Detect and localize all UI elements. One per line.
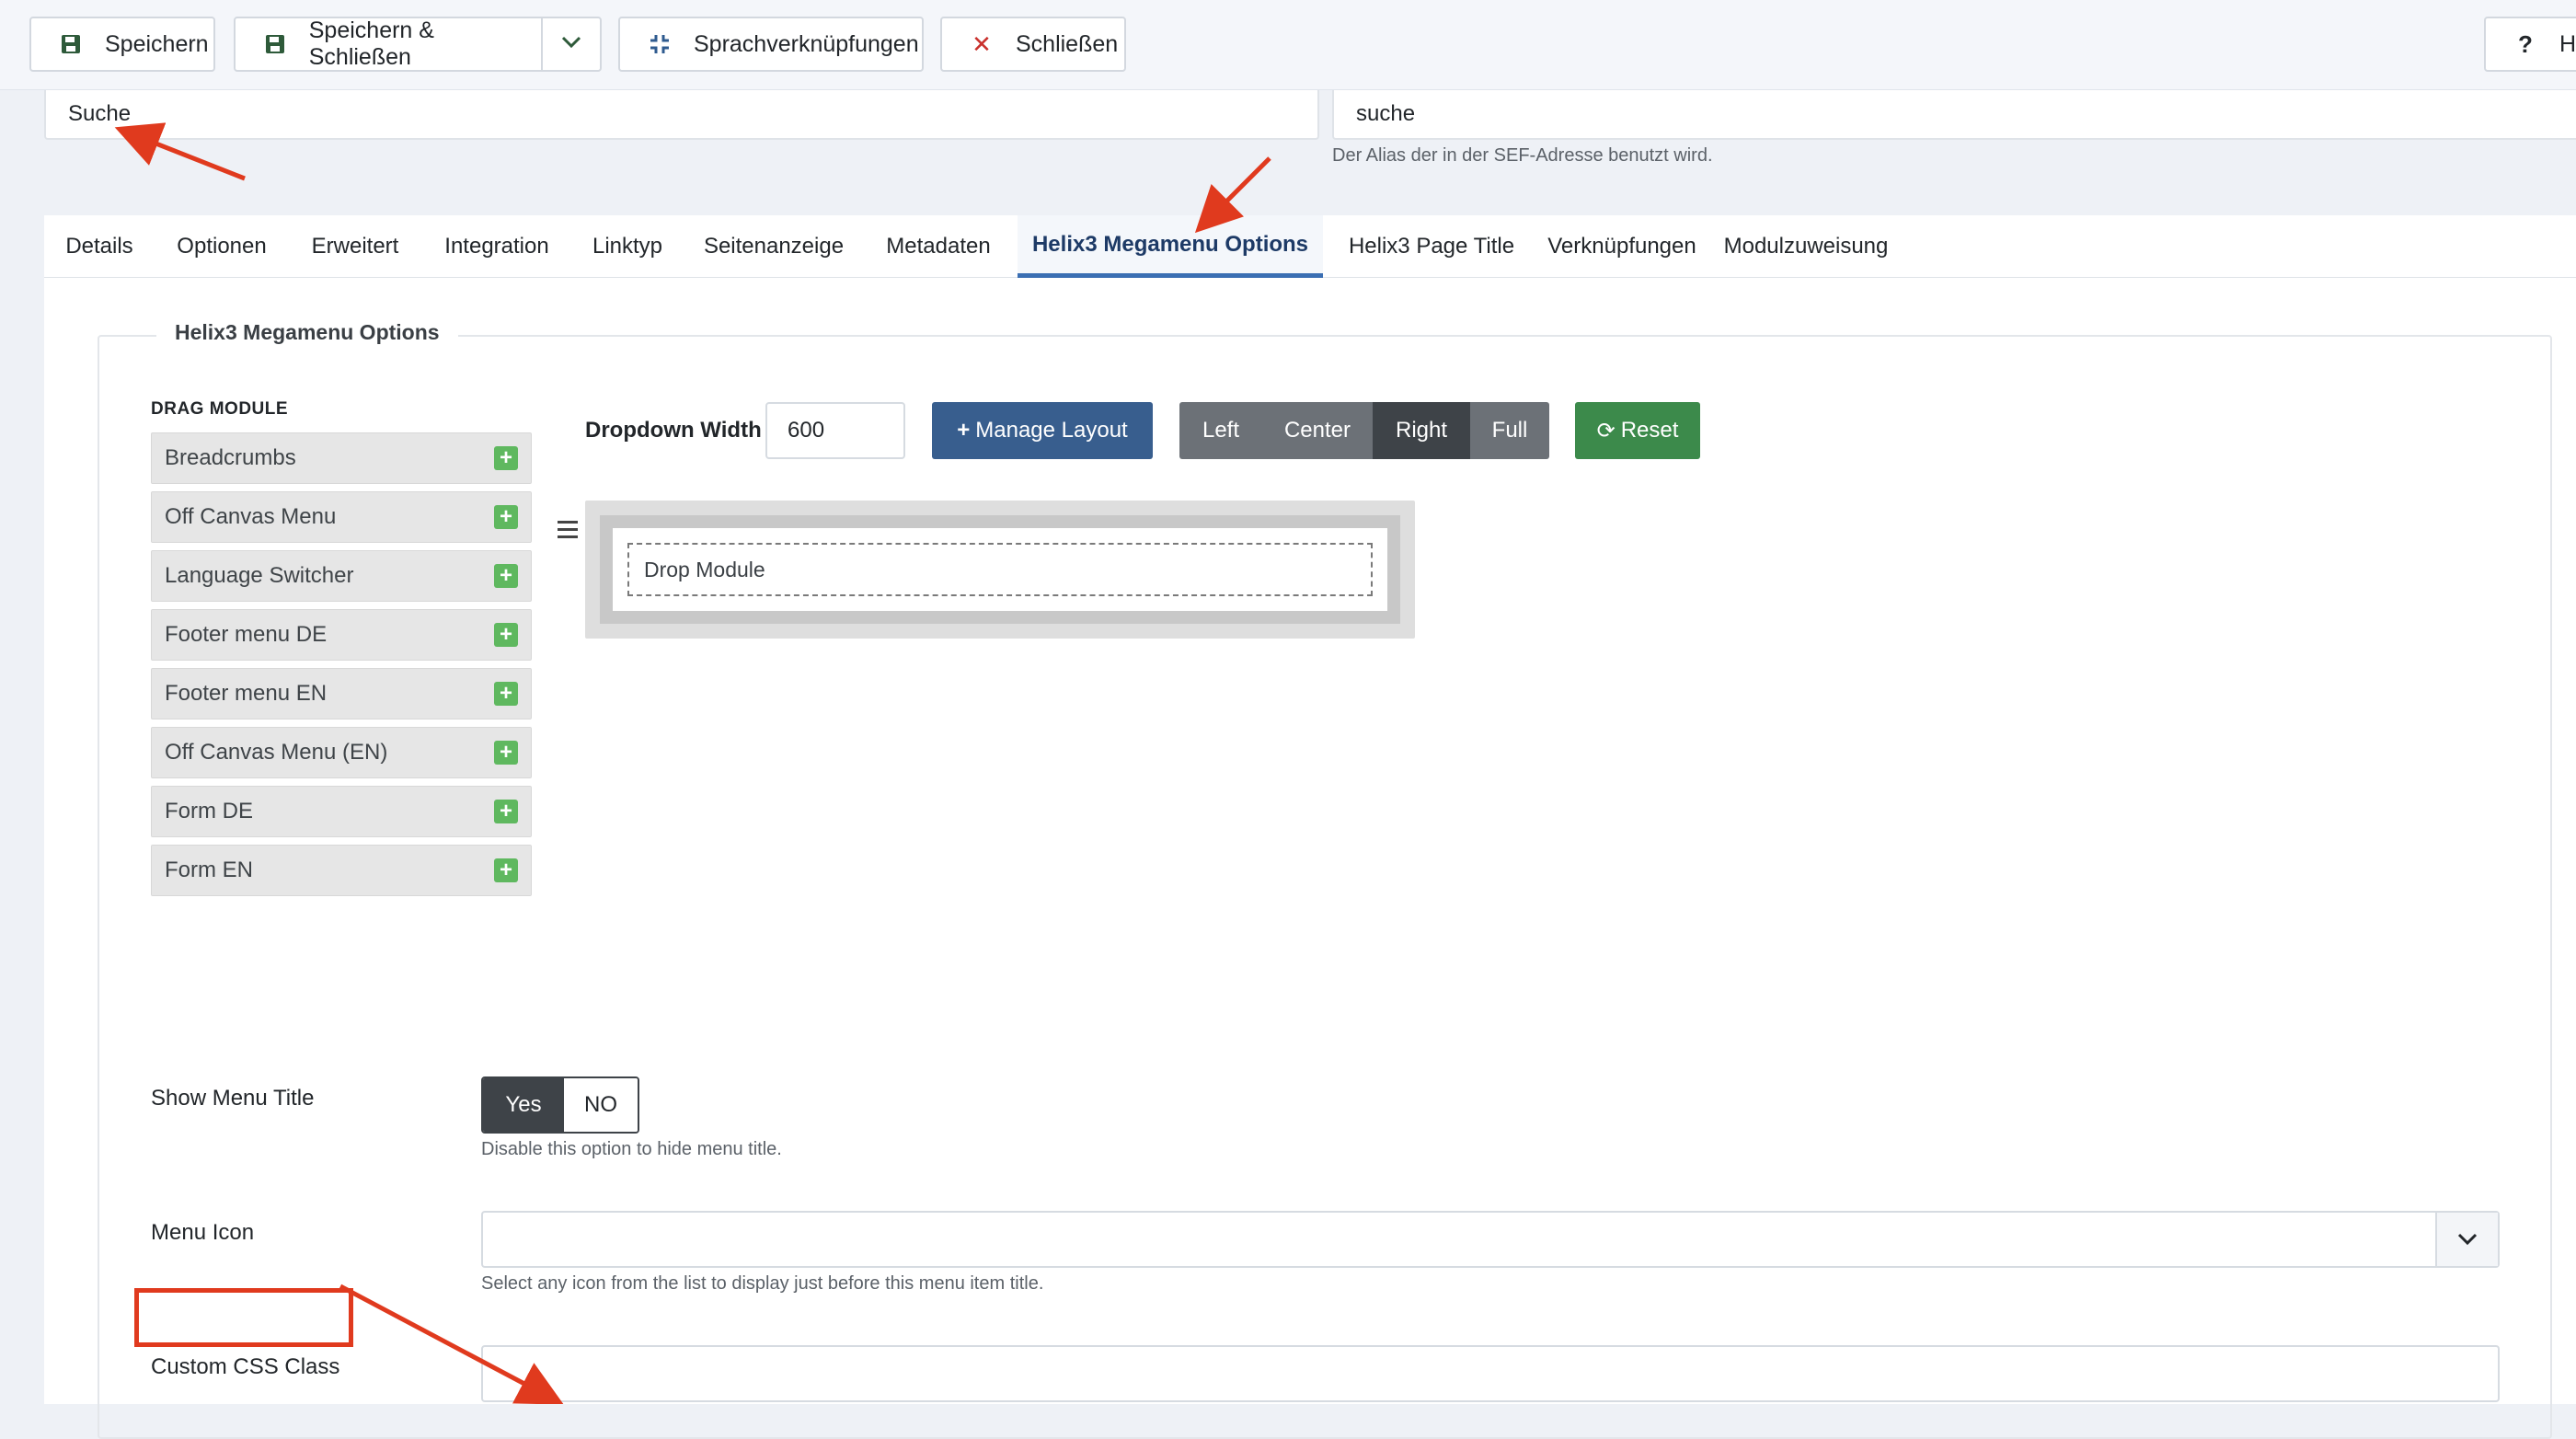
add-icon[interactable]: + bbox=[494, 505, 518, 529]
save-button[interactable]: Speichern bbox=[29, 17, 215, 72]
tab-bar: Details Optionen Erweitert Integration L… bbox=[44, 215, 2576, 278]
add-icon[interactable]: + bbox=[494, 446, 518, 470]
toolbar: Speichern Speichern & Schließen Sprachve… bbox=[0, 0, 2576, 90]
tab-integration[interactable]: Integration bbox=[421, 215, 572, 278]
drag-handle-icon[interactable] bbox=[558, 521, 578, 543]
chevron-down-icon[interactable] bbox=[2435, 1213, 2498, 1266]
module-item[interactable]: Footer menu DE + bbox=[151, 609, 532, 661]
close-icon: ✕ bbox=[972, 29, 992, 58]
drop-module-zone[interactable]: Drop Module bbox=[627, 543, 1373, 596]
refresh-icon: ⟳ bbox=[1596, 418, 1616, 443]
alias-input[interactable]: suche bbox=[1332, 90, 2576, 140]
tab-helix3-page-title[interactable]: Helix3 Page Title bbox=[1327, 215, 1536, 278]
tab-verknuepfungen[interactable]: Verknüpfungen bbox=[1536, 215, 1708, 278]
align-center-button[interactable]: Center bbox=[1262, 402, 1373, 459]
module-item[interactable]: Off Canvas Menu (EN) + bbox=[151, 727, 532, 778]
add-icon[interactable]: + bbox=[494, 623, 518, 647]
tab-linktyp[interactable]: Linktyp bbox=[572, 215, 683, 278]
module-item[interactable]: Footer menu EN + bbox=[151, 668, 532, 720]
add-icon[interactable]: + bbox=[494, 682, 518, 706]
module-item[interactable]: Breadcrumbs + bbox=[151, 432, 532, 484]
save-icon bbox=[57, 30, 85, 58]
save-close-button[interactable]: Speichern & Schließen bbox=[234, 17, 543, 72]
tab-erweitert[interactable]: Erweitert bbox=[289, 215, 421, 278]
tab-optionen[interactable]: Optionen bbox=[155, 215, 289, 278]
show-menu-title-hint: Disable this option to hide menu title. bbox=[481, 1139, 782, 1159]
align-right-button[interactable]: Right bbox=[1373, 402, 1470, 459]
align-full-button[interactable]: Full bbox=[1470, 402, 1549, 459]
module-item[interactable]: Form DE + bbox=[151, 786, 532, 837]
align-left-button[interactable]: Left bbox=[1179, 402, 1262, 459]
add-icon[interactable]: + bbox=[494, 858, 518, 882]
menu-icon-select[interactable] bbox=[481, 1211, 2500, 1268]
compress-icon bbox=[646, 30, 673, 58]
title-input[interactable]: Suche bbox=[44, 90, 1319, 140]
chevron-down-icon bbox=[560, 35, 582, 54]
tab-seitenanzeige[interactable]: Seitenanzeige bbox=[683, 215, 865, 278]
annotation-highlight-box bbox=[134, 1288, 353, 1347]
add-icon[interactable]: + bbox=[494, 800, 518, 823]
custom-css-class-label: Custom CSS Class bbox=[151, 1354, 340, 1379]
save-dropdown-toggle[interactable] bbox=[541, 17, 602, 72]
title-value: Suche bbox=[68, 101, 132, 126]
associations-label: Sprachverknüpfungen bbox=[694, 30, 919, 57]
tab-modulzuweisung[interactable]: Modulzuweisung bbox=[1708, 215, 1904, 278]
plus-icon: + bbox=[957, 418, 971, 443]
help-button[interactable]: ? Hi bbox=[2484, 17, 2576, 72]
save-icon bbox=[261, 30, 289, 58]
menu-icon-label: Menu Icon bbox=[151, 1220, 255, 1245]
custom-css-class-input[interactable] bbox=[481, 1345, 2500, 1402]
tab-details[interactable]: Details bbox=[44, 215, 155, 278]
manage-layout-button[interactable]: + Manage Layout bbox=[932, 402, 1153, 459]
dropdown-width-label: Dropdown Width bbox=[585, 418, 762, 443]
show-menu-title-label: Show Menu Title bbox=[151, 1086, 315, 1111]
drag-module-heading: DRAG MODULE bbox=[151, 399, 289, 419]
question-icon: ? bbox=[2518, 29, 2533, 58]
alias-hint: Der Alias der in der SEF-Adresse benutzt… bbox=[1332, 145, 1713, 166]
associations-button[interactable]: Sprachverknüpfungen bbox=[618, 17, 924, 72]
module-item[interactable]: Form EN + bbox=[151, 845, 532, 896]
megamenu-legend: Helix3 Megamenu Options bbox=[156, 320, 458, 345]
help-label: Hi bbox=[2559, 30, 2576, 57]
dropdown-width-input[interactable]: 600 bbox=[765, 402, 905, 459]
add-icon[interactable]: + bbox=[494, 564, 518, 588]
reset-button[interactable]: ⟳ Reset bbox=[1575, 402, 1700, 459]
module-item[interactable]: Off Canvas Menu + bbox=[151, 491, 532, 543]
close-button[interactable]: ✕ Schließen bbox=[940, 17, 1126, 72]
close-label: Schließen bbox=[1016, 30, 1119, 57]
module-item[interactable]: Language Switcher + bbox=[151, 550, 532, 602]
show-menu-title-toggle: Yes NO bbox=[481, 1076, 639, 1134]
show-menu-title-no[interactable]: NO bbox=[564, 1078, 638, 1132]
tab-metadaten[interactable]: Metadaten bbox=[865, 215, 1012, 278]
menu-icon-hint: Select any icon from the list to display… bbox=[481, 1273, 1044, 1294]
alignment-button-group: Left Center Right Full bbox=[1179, 402, 1549, 459]
show-menu-title-yes[interactable]: Yes bbox=[483, 1078, 564, 1132]
tab-helix3-megamenu-options[interactable]: Helix3 Megamenu Options bbox=[1018, 215, 1323, 278]
save-close-label: Speichern & Schließen bbox=[308, 17, 434, 70]
alias-value: suche bbox=[1356, 101, 1416, 126]
add-icon[interactable]: + bbox=[494, 741, 518, 765]
save-label: Speichern bbox=[105, 30, 209, 57]
